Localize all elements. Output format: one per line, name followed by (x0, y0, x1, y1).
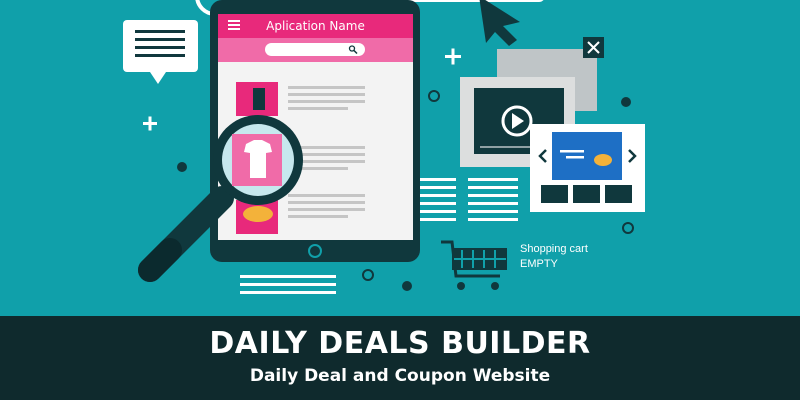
decor-dot (402, 281, 412, 291)
banner-title: DAILY DEALS BUILDER (209, 326, 591, 361)
shopping-cart-icon[interactable] (441, 240, 507, 290)
decor-dot (177, 162, 187, 172)
decor-ring (362, 269, 374, 281)
banner-subtitle: Daily Deal and Coupon Website (249, 366, 551, 386)
illustration-stage: Aplication Name Shopping cart EMPTY DAIL… (0, 0, 800, 400)
chat-bubble-icon (123, 20, 198, 84)
cursor-arrow-icon (479, 0, 520, 46)
text-block-lines (420, 178, 518, 221)
decor-ring (622, 222, 634, 234)
decor-dot (621, 97, 631, 107)
title-banner: DAILY DEALS BUILDER Daily Deal and Coupo… (0, 316, 800, 400)
hero-graphics (123, 0, 645, 294)
image-slider-card (530, 124, 645, 212)
plus-icon (143, 116, 157, 131)
close-icon[interactable] (583, 37, 604, 58)
app-title-bar: Aplication Name (218, 14, 413, 38)
cart-label: Shopping cart (520, 243, 588, 255)
plus-icon (445, 48, 461, 65)
cart-status: EMPTY (520, 258, 558, 270)
app-title: Aplication Name (266, 19, 365, 33)
cart-status-label: Shopping cart EMPTY (520, 242, 588, 272)
caption-lines (240, 275, 336, 294)
decor-ring (428, 90, 440, 102)
